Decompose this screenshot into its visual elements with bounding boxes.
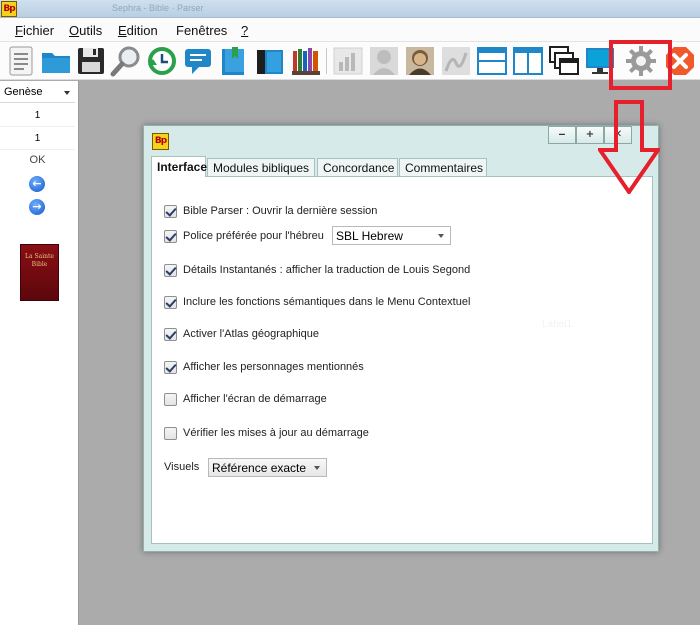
visuels-value: Référence exacte <box>212 461 307 475</box>
highlight-box <box>609 40 672 90</box>
chevron-down-icon <box>314 466 320 470</box>
navigation-panel: Genèse 1 1 OK ← → La Sainte Bible <box>0 81 79 625</box>
title-bar: Bp Sephra - Bible · Parser <box>0 0 700 18</box>
checkbox[interactable] <box>164 264 177 277</box>
bookmark-book-icon[interactable] <box>218 45 250 77</box>
next-arrow-icon[interactable]: → <box>29 199 45 215</box>
label1: Label1 <box>542 319 573 330</box>
chevron-down-icon <box>438 234 444 238</box>
checkbox[interactable] <box>164 296 177 309</box>
comment-bubble-icon[interactable] <box>182 45 214 77</box>
checkbox[interactable] <box>164 205 177 218</box>
split-window-icon[interactable] <box>512 45 544 77</box>
arrow-right-glyph: → <box>32 200 42 213</box>
tab-modules-bibliques[interactable]: Modules bibliques <box>207 158 315 176</box>
preferences-dialog: Bp ‒ + ✕ Interface Modules bibliques Con… <box>143 125 659 552</box>
window-title: Sephra - Bible · Parser <box>112 3 204 13</box>
arrow-left-glyph: ← <box>32 177 42 190</box>
checkbox[interactable] <box>164 361 177 374</box>
interface-panel: Bible Parser : Ouvrir la dernière sessio… <box>151 176 653 544</box>
folder-icon[interactable] <box>40 45 72 77</box>
menu-edition[interactable]: Edition <box>118 23 158 38</box>
single-window-icon[interactable] <box>476 45 508 77</box>
tab-interface[interactable]: Interface <box>151 156 207 177</box>
sketch-icon[interactable] <box>440 45 472 77</box>
visuels-select[interactable]: Référence exacte <box>208 458 327 477</box>
book-select[interactable]: Genèse <box>0 83 75 103</box>
checkbox[interactable] <box>164 427 177 440</box>
menu-outils[interactable]: Outils <box>69 23 102 38</box>
bible-cover-thumbnail[interactable]: La Sainte Bible <box>20 244 59 301</box>
chart-icon[interactable] <box>332 45 364 77</box>
history-clock-icon[interactable] <box>145 45 177 77</box>
toolbar <box>0 42 700 80</box>
save-icon[interactable] <box>75 45 107 77</box>
tab-concordance[interactable]: Concordance <box>317 158 398 176</box>
search-icon[interactable] <box>110 45 142 77</box>
hebrew-font-value: SBL Hebrew <box>336 229 403 243</box>
document-icon[interactable] <box>5 45 37 77</box>
checkbox[interactable] <box>164 230 177 243</box>
checkbox[interactable] <box>164 328 177 341</box>
book-select-value: Genèse <box>4 86 43 98</box>
app-logo-icon: Bp <box>1 1 17 17</box>
person-portrait-icon[interactable] <box>404 45 436 77</box>
hebrew-font-select[interactable]: SBL Hebrew <box>332 226 451 245</box>
previous-arrow-icon[interactable]: ← <box>29 176 45 192</box>
menu-bar: Fichier Outils Edition Fenêtres ? <box>0 18 700 42</box>
checkbox[interactable] <box>164 393 177 406</box>
menu-fichier[interactable]: Fichier <box>15 23 54 38</box>
dialog-logo-icon: Bp <box>152 133 169 150</box>
minimize-button[interactable]: ‒ <box>548 126 576 144</box>
red-down-arrow-icon <box>598 100 660 194</box>
library-books-icon[interactable] <box>290 45 322 77</box>
menu-fenetres[interactable]: Fenêtres <box>176 23 227 38</box>
chapter-field[interactable]: 1 <box>0 105 75 127</box>
verse-field[interactable]: 1 <box>0 128 75 150</box>
books-icon[interactable] <box>254 45 286 77</box>
chevron-down-icon <box>64 91 70 95</box>
toolbar-separator <box>326 48 327 74</box>
ok-button[interactable]: OK <box>0 154 75 166</box>
portrait-icon[interactable] <box>368 45 400 77</box>
cascade-windows-icon[interactable] <box>548 45 580 77</box>
tab-commentaires[interactable]: Commentaires <box>399 158 487 176</box>
menu-help[interactable]: ? <box>241 23 248 38</box>
